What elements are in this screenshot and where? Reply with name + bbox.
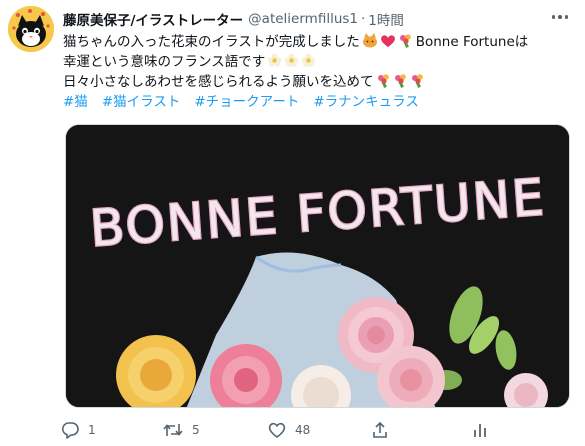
bouquet-icon: [393, 73, 408, 91]
tweet-line-3: 日々小さなしあわせを感じられるよう願いを込めて: [63, 72, 573, 92]
tweet-line-4-text: 日々小さなしあわせを感じられるよう願いを込めて: [63, 74, 374, 90]
hashtag-link[interactable]: #チョークアート: [194, 92, 299, 112]
heart-emoji-icon: [380, 34, 396, 51]
hashtag-link[interactable]: #ラナンキュラス: [313, 92, 419, 112]
blossom-icon: [267, 53, 282, 71]
author-name[interactable]: 藤原美保子/イラストレーター: [63, 9, 243, 29]
blossom-icon: [301, 53, 316, 71]
like-button[interactable]: 48: [267, 418, 310, 442]
hashtag-list: #猫 #猫イラスト #チョークアート #ラナンキュラス: [63, 92, 573, 112]
timestamp[interactable]: 1時間: [368, 9, 404, 29]
hashtag-link[interactable]: #猫イラスト: [102, 92, 181, 112]
share-button[interactable]: [370, 418, 390, 442]
bouquet-icon: [376, 73, 391, 91]
avatar[interactable]: [8, 6, 54, 52]
heart-icon: [267, 420, 287, 440]
like-count: 48: [295, 423, 311, 437]
blossom-icon: [284, 53, 299, 71]
retweet-count: 5: [192, 423, 200, 437]
retweet-button[interactable]: 5: [162, 418, 200, 442]
author-handle[interactable]: @ateliermfillus1: [248, 11, 358, 27]
tweet-actions: 1 5 48: [60, 418, 490, 442]
bouquet-icon: [410, 73, 425, 91]
tweet-text: 猫ちゃんの入った花束のイラストが完成しました Bonne Fortuneは 幸運…: [63, 32, 573, 112]
reply-icon: [60, 420, 80, 440]
cat-face-icon: [362, 33, 378, 51]
share-icon: [370, 420, 390, 440]
reply-count: 1: [88, 423, 96, 437]
tweet-line-3-text: 幸運という意味のフランス語です: [63, 54, 266, 70]
hashtag-link[interactable]: #猫: [63, 92, 88, 112]
more-dots-icon[interactable]: [550, 10, 570, 24]
separator-dot: ·: [361, 11, 366, 27]
tweet-media-image[interactable]: BONNE FORTUNE: [65, 124, 570, 408]
tweet-line-1: 猫ちゃんの入った花束のイラストが完成しました Bonne Fortuneは: [63, 32, 573, 52]
tweet-line-1-text: 猫ちゃんの入った花束のイラストが完成しました: [63, 34, 360, 50]
tweet-line-2: 幸運という意味のフランス語です: [63, 52, 573, 72]
reply-button[interactable]: 1: [60, 418, 96, 442]
tweet[interactable]: 藤原美保子/イラストレーター @ateliermfillus1 · 1時間 猫ち…: [0, 0, 585, 446]
analytics-button[interactable]: [470, 418, 490, 442]
tweet-header: 藤原美保子/イラストレーター @ateliermfillus1 · 1時間: [63, 9, 404, 29]
retweet-icon: [162, 420, 184, 440]
bouquet-icon: [398, 33, 413, 51]
analytics-icon: [470, 420, 490, 440]
tweet-line-2-text: Bonne Fortuneは: [415, 34, 529, 50]
